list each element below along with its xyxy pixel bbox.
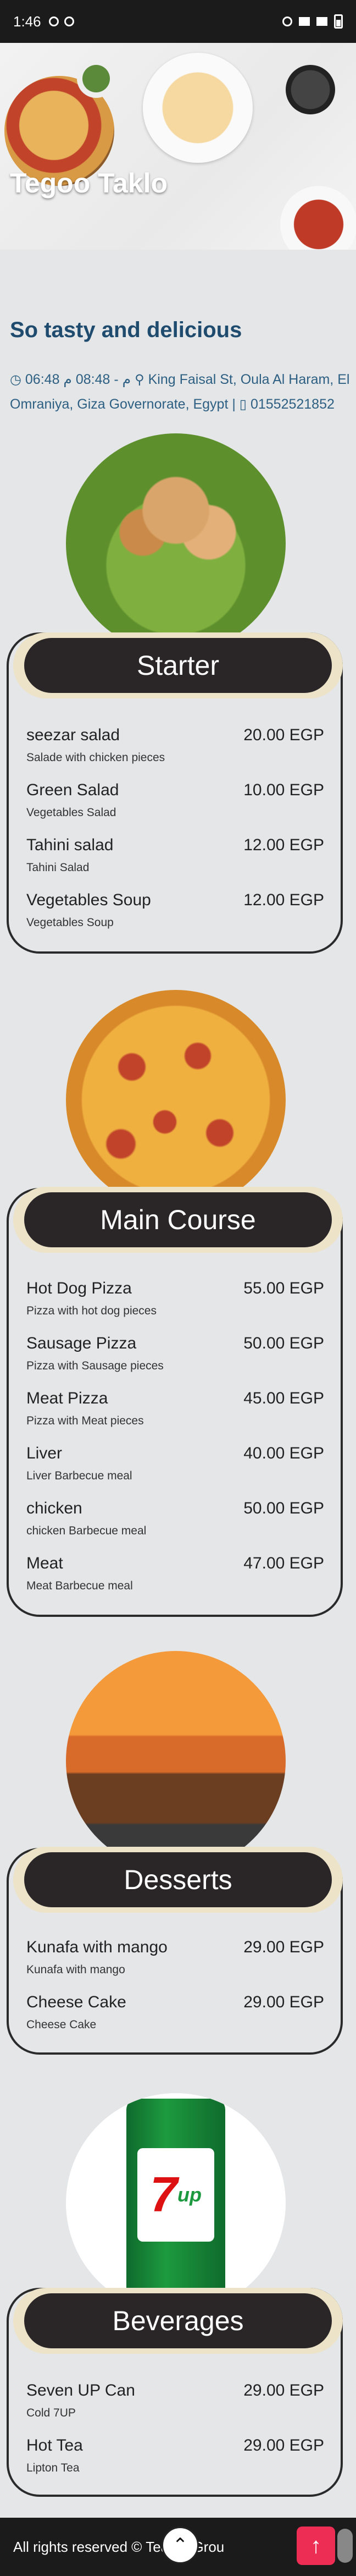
- menu-item: Green Salad 10.00 EGP Vegetables Salad: [26, 781, 324, 819]
- item-name: Sausage Pizza: [26, 1334, 137, 1352]
- phone-icon: ▯: [239, 397, 247, 412]
- menu-item: Cheese Cake 29.00 EGP Cheese Cake: [26, 1993, 324, 2032]
- hero-pan-image: [286, 65, 335, 114]
- item-price: 12.00 EGP: [243, 891, 324, 909]
- arrow-up-icon: ⌃: [172, 2535, 188, 2556]
- item-name: Kunafa with mango: [26, 1938, 168, 1956]
- item-name: Meat Pizza: [26, 1389, 108, 1407]
- beverages-image: 7 up: [66, 2093, 286, 2313]
- starter-image: [66, 433, 286, 653]
- item-price: 29.00 EGP: [243, 1938, 324, 1956]
- hero-herbs-image: [77, 59, 115, 98]
- item-name: Green Salad: [26, 781, 119, 799]
- item-description: Liver Barbecue meal: [26, 1469, 132, 1482]
- menu-item: Meat Pizza 45.00 EGP Pizza with Meat piec…: [26, 1389, 324, 1428]
- item-price: 20.00 EGP: [243, 726, 324, 744]
- item-price: 40.00 EGP: [243, 1444, 324, 1462]
- item-name: Hot Tea: [26, 2436, 83, 2454]
- item-price: 12.00 EGP: [243, 836, 324, 854]
- status-bar: 1:46: [0, 0, 356, 43]
- item-description: Tahini Salad: [26, 861, 90, 874]
- wifi-icon: [299, 17, 310, 26]
- item-description: Vegetables Salad: [26, 806, 116, 819]
- status-notification-icons: [48, 16, 74, 26]
- opening-hours: 06:48 م - 08:48 م: [25, 372, 131, 387]
- item-description: Vegetables Soup: [26, 916, 114, 929]
- main-course-banner: Main Course: [13, 1187, 343, 1253]
- arrow-up-icon: ↑: [310, 2533, 321, 2558]
- section-title-desserts: Desserts: [24, 1852, 332, 1907]
- desserts-image: [66, 1651, 286, 1871]
- item-description: chicken Barbecue meal: [26, 1524, 147, 1537]
- menu-item: Kunafa with mango 29.00 EGP Kunafa with m…: [26, 1938, 324, 1977]
- menu-item: Seven UP Can 29.00 EGP Cold 7UP: [26, 2381, 324, 2420]
- restaurant-info: ◷ 06:48 م - 08:48 م ⚲ King Faisal St, Ou…: [10, 367, 351, 417]
- menu-item: Hot Tea 29.00 EGP Lipton Tea: [26, 2436, 324, 2475]
- item-name: Seven UP Can: [26, 2381, 135, 2399]
- item-name: Liver: [26, 1444, 63, 1462]
- item-description: Pizza with Meat pieces: [26, 1414, 144, 1427]
- item-description: Pizza with hot dog pieces: [26, 1304, 157, 1317]
- item-price: 29.00 EGP: [243, 2436, 324, 2454]
- starter-banner: Starter: [13, 632, 343, 698]
- menu-item: chicken 50.00 EGP chicken Barbecue meal: [26, 1499, 324, 1538]
- beverages-banner: Beverages: [13, 2288, 343, 2354]
- scroll-to-top-button[interactable]: ⌃: [162, 2527, 199, 2564]
- menu-item: Vegetables Soup 12.00 EGP Vegetables Soup: [26, 891, 324, 929]
- notification-icon: [48, 16, 59, 26]
- item-name: Cheese Cake: [26, 1993, 126, 2011]
- item-name: chicken: [26, 1499, 82, 1517]
- item-name: seezar salad: [26, 726, 120, 744]
- item-description: Cold 7UP: [26, 2407, 76, 2419]
- map-marker-icon: ⚲: [135, 372, 144, 387]
- main-course-image: [66, 990, 286, 1210]
- item-description: Lipton Tea: [26, 2462, 80, 2474]
- back-to-top-fab[interactable]: ↑: [297, 2527, 335, 2565]
- item-price: 47.00 EGP: [243, 1554, 324, 1572]
- section-title-main-course: Main Course: [24, 1192, 332, 1247]
- tagline: So tasty and delicious: [10, 318, 242, 342]
- item-price: 29.00 EGP: [243, 1993, 324, 2011]
- clock-icon: ◷: [10, 372, 21, 387]
- status-time: 1:46: [13, 13, 41, 30]
- item-description: Cheese Cake: [26, 2018, 97, 2031]
- item-description: Salade with chicken pieces: [26, 751, 165, 764]
- scrollbar-thumb[interactable]: [337, 2529, 353, 2563]
- item-price: 50.00 EGP: [243, 1334, 324, 1352]
- signal-icon: [316, 17, 327, 26]
- item-price: 29.00 EGP: [243, 2381, 324, 2399]
- menu-item: Sausage Pizza 50.00 EGP Pizza with Sausag…: [26, 1334, 324, 1373]
- menu-item: Hot Dog Pizza 55.00 EGP Pizza with hot do…: [26, 1279, 324, 1318]
- menu-item: seezar salad 20.00 EGP Salade with chicke…: [26, 726, 324, 764]
- item-description: Meat Barbecue meal: [26, 1579, 133, 1592]
- messenger-icon: [64, 16, 74, 26]
- phone-number[interactable]: 01552521852: [251, 397, 335, 412]
- 7up-can-image: 7 up: [126, 2099, 225, 2302]
- item-description: Pizza with Sausage pieces: [26, 1359, 164, 1372]
- hero-pasta-image: [143, 53, 253, 163]
- item-name: Meat: [26, 1554, 63, 1572]
- desserts-banner: Desserts: [13, 1847, 343, 1913]
- 7up-logo: 7 up: [137, 2148, 214, 2242]
- item-price: 55.00 EGP: [243, 1279, 324, 1297]
- menu-item: Meat 47.00 EGP Meat Barbecue meal: [26, 1554, 324, 1593]
- hero-soup-image: [280, 186, 356, 250]
- item-name: Tahini salad: [26, 836, 114, 854]
- hero-banner: Tegoo Taklo: [0, 43, 356, 250]
- menu-item: Liver 40.00 EGP Liver Barbecue meal: [26, 1444, 324, 1483]
- item-name: Vegetables Soup: [26, 891, 151, 909]
- item-price: 45.00 EGP: [243, 1389, 324, 1407]
- restaurant-name: Tegoo Taklo: [10, 168, 168, 199]
- section-title-starter: Starter: [24, 638, 332, 693]
- item-price: 10.00 EGP: [243, 781, 324, 799]
- item-price: 50.00 EGP: [243, 1499, 324, 1517]
- alarm-icon: [282, 16, 292, 26]
- item-description: Kunafa with mango: [26, 1963, 125, 1976]
- status-system-icons: [282, 14, 343, 29]
- menu-item: Tahini salad 12.00 EGP Tahini Salad: [26, 836, 324, 874]
- battery-icon: [334, 14, 343, 29]
- item-name: Hot Dog Pizza: [26, 1279, 132, 1297]
- section-title-beverages: Beverages: [24, 2293, 332, 2348]
